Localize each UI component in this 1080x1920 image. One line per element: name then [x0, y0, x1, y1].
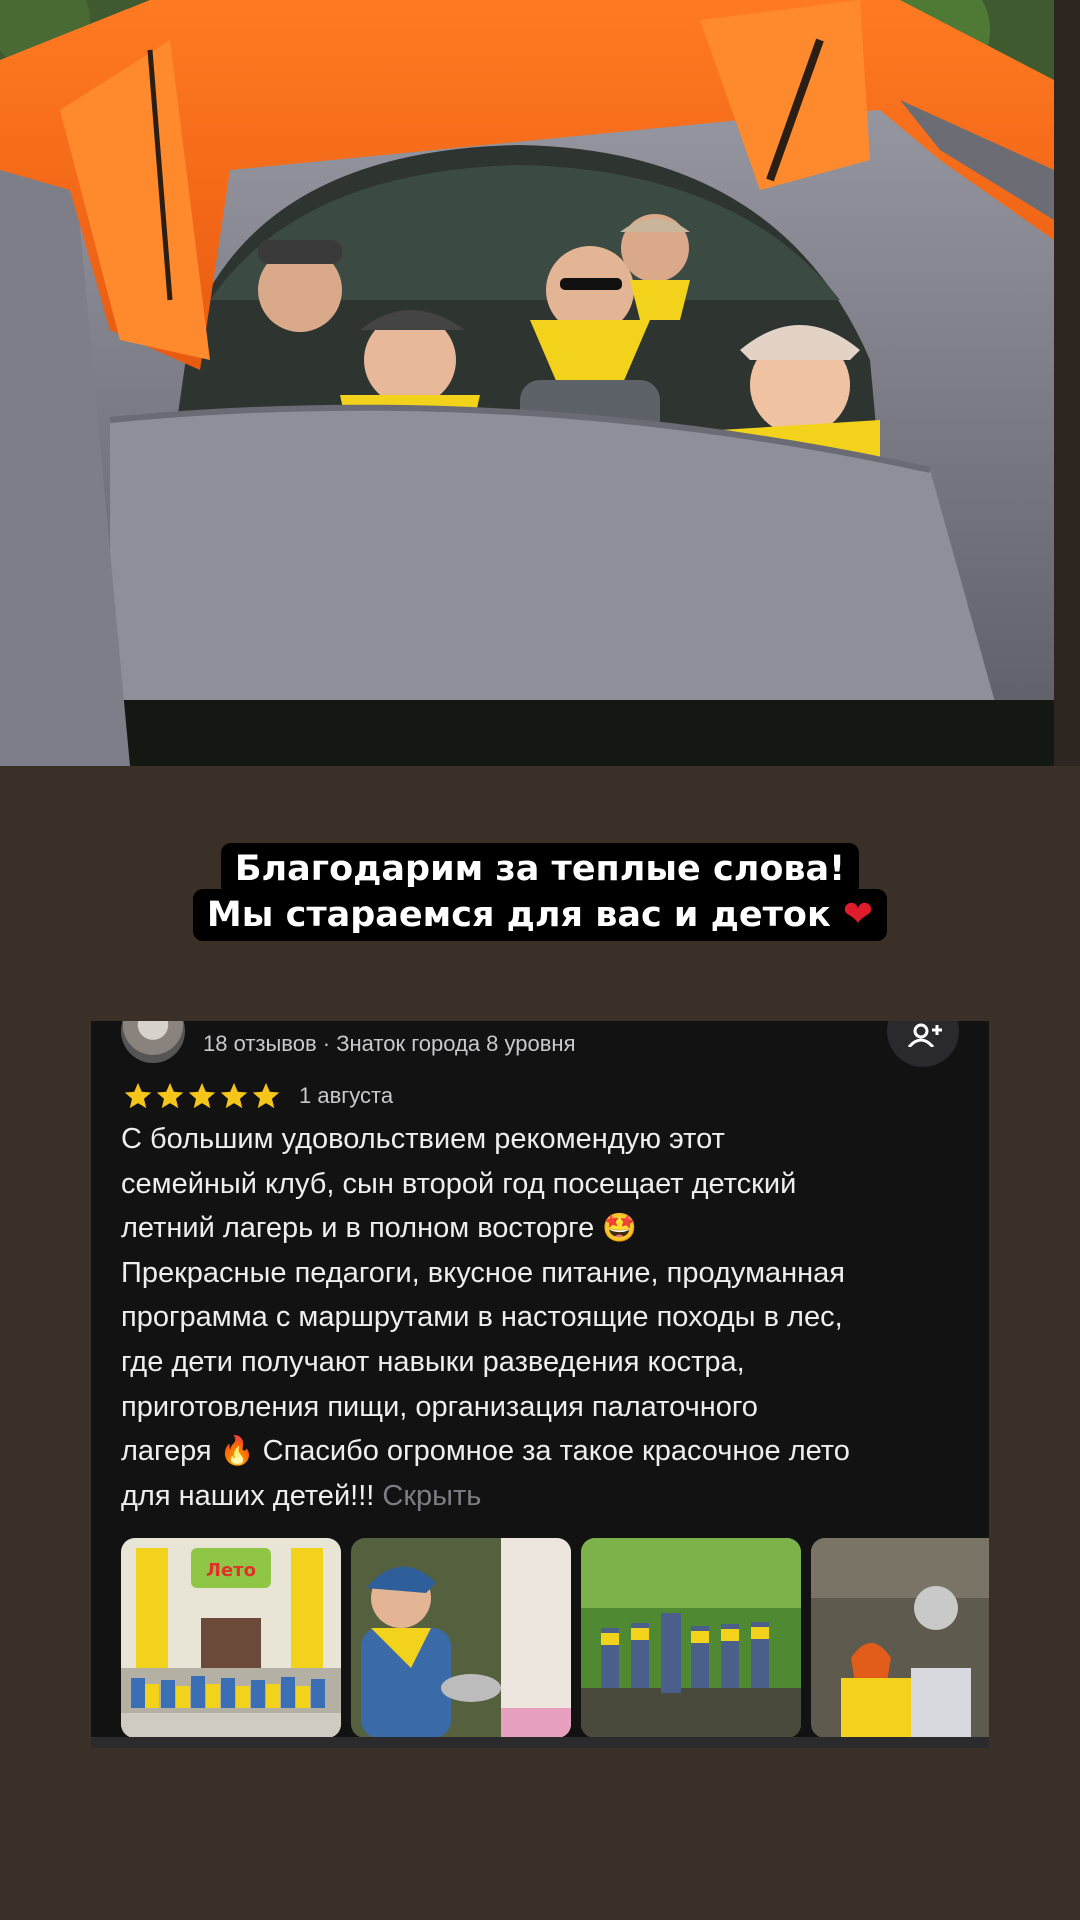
- star-icon: [220, 1082, 248, 1109]
- review-text: С большим удовольствием рекомендую этот …: [121, 1117, 971, 1518]
- story-caption: Благодарим за теплые слова! Мы стараемся…: [0, 843, 1080, 941]
- forest-group-photo: [581, 1538, 801, 1738]
- caption-line-1: Благодарим за теплые слова!: [220, 843, 860, 895]
- camp-building-photo: Лето: [121, 1538, 341, 1738]
- hide-link[interactable]: Скрыть: [382, 1480, 481, 1512]
- reviewer-meta: 18 отзывов · Знаток города 8 уровня: [203, 1031, 576, 1056]
- review-card: 18 отзывов · Знаток города 8 уровня 1 ав…: [91, 1021, 989, 1748]
- kids-cooking-photo: [351, 1538, 571, 1738]
- review-photos: Лето: [121, 1538, 989, 1738]
- add-user-icon: [907, 1023, 942, 1047]
- star-icon: [252, 1082, 280, 1109]
- caption-line-2: Мы стараемся для вас и деток ❤: [192, 889, 888, 941]
- photo-edge-strip: [1054, 0, 1080, 766]
- review-paragraph-1: С большим удовольствием рекомендую этот …: [121, 1123, 797, 1245]
- subscribe-button[interactable]: [887, 1021, 959, 1067]
- camp-sign-text: Лето: [206, 1560, 256, 1581]
- tent-photo: [0, 0, 1054, 766]
- star-icon: [156, 1082, 184, 1109]
- fire-emoji: 🔥: [219, 1435, 255, 1467]
- campfire-photo: [811, 1538, 989, 1738]
- review-photo-1[interactable]: Лето: [121, 1538, 341, 1738]
- star-struck-emoji: 🤩: [602, 1212, 638, 1244]
- reviewer-avatar[interactable]: [121, 1021, 185, 1063]
- review-photo-3[interactable]: [581, 1538, 801, 1738]
- star-icon: [124, 1082, 152, 1109]
- tent-photo-illustration: [0, 0, 1054, 766]
- review-photo-4[interactable]: [811, 1538, 989, 1738]
- review-card-bottom-bar: [91, 1737, 989, 1748]
- heart-icon: ❤: [842, 894, 874, 935]
- star-icon: [188, 1082, 216, 1109]
- rating-row: 1 августа: [123, 1079, 393, 1113]
- review-photo-2[interactable]: [351, 1538, 571, 1738]
- review-date: 1 августа: [299, 1083, 394, 1108]
- caption-line-2-text: Мы стараемся для вас и деток: [206, 895, 831, 935]
